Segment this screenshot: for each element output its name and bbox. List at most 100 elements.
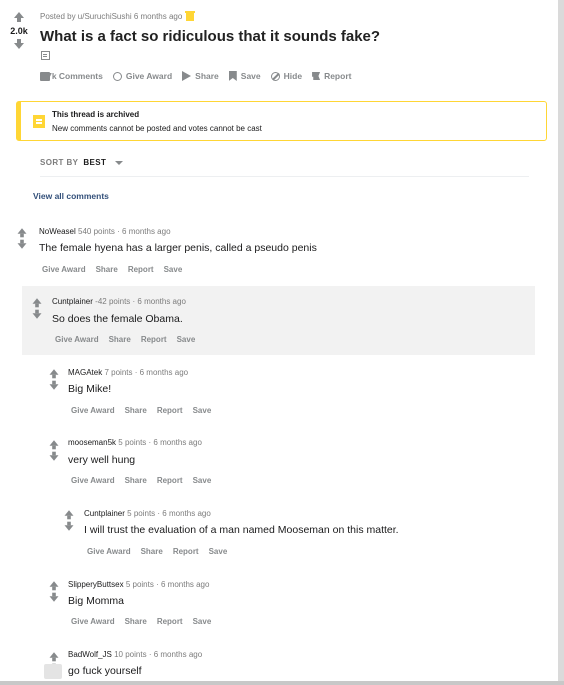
upvote-icon[interactable] <box>49 440 59 450</box>
downvote-icon[interactable] <box>49 380 59 390</box>
downvote-icon[interactable] <box>17 239 27 249</box>
award-icon <box>112 71 122 81</box>
comment-author[interactable]: BadWolf_JS <box>68 650 112 659</box>
comment-vote-column <box>31 298 43 319</box>
comment-meta: MAGAtek 7 points · 6 months ago <box>68 368 188 377</box>
post-title[interactable]: What is a fact so ridiculous that it sou… <box>40 28 380 45</box>
archived-trash-icon <box>185 11 196 21</box>
share-button[interactable]: Share <box>182 71 219 81</box>
share-button[interactable]: Share <box>96 265 118 274</box>
comment-meta: NoWeasel 540 points · 6 months ago <box>39 227 171 236</box>
comment-meta: BadWolf_JS 10 points · 6 months ago <box>68 650 202 659</box>
downvote-icon[interactable] <box>14 39 24 49</box>
divider <box>40 176 529 177</box>
view-all-comments-link[interactable]: View all comments <box>33 191 109 201</box>
comment-body: go fuck yourself <box>68 665 142 677</box>
comment-actions: Give Award Share Report Save <box>71 617 211 626</box>
comment-author[interactable]: SlipperyButtsex <box>68 580 124 589</box>
upvote-icon[interactable] <box>32 298 42 308</box>
save-label: Save <box>240 71 261 81</box>
sort-value: BEST <box>83 158 107 167</box>
give-award-label: Give Award <box>125 71 173 81</box>
comment-author[interactable]: MAGAtek <box>68 368 102 377</box>
comment-body: Big Momma <box>68 595 125 607</box>
post-vote-column: 2.0k <box>6 12 32 49</box>
comment-body: I will trust the evaluation of a man nam… <box>84 524 399 536</box>
upvote-icon[interactable] <box>14 12 24 22</box>
comment-points: 540 points <box>78 227 115 236</box>
hide-button[interactable]: Hide <box>270 71 303 81</box>
save-button[interactable]: Save <box>228 71 261 81</box>
give-award-button[interactable]: Give Award <box>71 617 115 626</box>
comment-time: · 6 months ago <box>148 438 202 447</box>
comment-time: · 6 months ago <box>148 650 203 659</box>
share-button[interactable]: Share <box>141 547 163 556</box>
share-icon <box>182 71 192 81</box>
give-award-button[interactable]: Give Award <box>71 406 115 415</box>
archived-subtitle: New comments cannot be posted and votes … <box>52 124 262 133</box>
hide-icon <box>270 71 280 81</box>
upvote-icon[interactable] <box>49 581 59 591</box>
report-button[interactable]: Report <box>312 71 351 81</box>
downvote-active-box <box>44 664 62 679</box>
save-button[interactable]: Save <box>193 406 212 415</box>
sort-label: SORT BY <box>40 158 79 167</box>
window-frame-right <box>558 0 564 685</box>
save-button[interactable]: Save <box>193 476 212 485</box>
comment-author[interactable]: Cuntplainer <box>84 509 125 518</box>
downvote-icon[interactable] <box>32 309 42 319</box>
report-button[interactable]: Report <box>141 335 167 344</box>
comment-author[interactable]: NoWeasel <box>39 227 76 236</box>
report-label: Report <box>324 71 352 81</box>
post-actions-bar: 2.7k Comments Give Award Share Save Hide… <box>40 71 351 81</box>
share-button[interactable]: Share <box>125 617 147 626</box>
save-button[interactable]: Save <box>193 617 212 626</box>
report-button[interactable]: Report <box>157 617 183 626</box>
comment-vote-column <box>48 369 60 390</box>
save-button[interactable]: Save <box>177 335 196 344</box>
save-button[interactable]: Save <box>164 265 183 274</box>
upvote-icon[interactable] <box>64 510 74 520</box>
save-button[interactable]: Save <box>209 547 228 556</box>
comment-points: 7 points <box>104 368 133 377</box>
comment-points: -42 points <box>95 297 131 306</box>
report-button[interactable]: Report <box>128 265 154 274</box>
give-award-button[interactable]: Give Award <box>71 476 115 485</box>
comment-meta: SlipperyButtsex 5 points · 6 months ago <box>68 580 209 589</box>
downvote-icon[interactable] <box>49 451 59 461</box>
comment-points: 10 points <box>114 650 147 659</box>
give-award-button[interactable]: Give Award <box>42 265 86 274</box>
sort-dropdown[interactable]: SORT BY BEST <box>40 158 124 167</box>
comment-points: 5 points <box>125 580 154 589</box>
flag-icon <box>312 72 321 80</box>
comment-author[interactable]: Cuntplainer <box>52 297 93 306</box>
give-award-button[interactable]: Give Award <box>55 335 99 344</box>
report-button[interactable]: Report <box>173 547 199 556</box>
archive-icon <box>33 115 45 128</box>
comment-vote-column <box>48 440 60 461</box>
comment-icon <box>40 71 50 81</box>
upvote-icon[interactable] <box>49 652 59 662</box>
give-award-button[interactable]: Give Award <box>87 547 131 556</box>
report-button[interactable]: Report <box>157 406 183 415</box>
text-post-icon <box>41 51 50 60</box>
downvote-icon[interactable] <box>49 592 59 602</box>
share-button[interactable]: Share <box>125 476 147 485</box>
comment-author[interactable]: mooseman5k <box>68 438 116 447</box>
archived-notice: This thread is archived New comments can… <box>16 101 547 141</box>
share-button[interactable]: Share <box>125 406 147 415</box>
report-button[interactable]: Report <box>157 476 183 485</box>
comment-body: Big Mike! <box>68 383 112 395</box>
chevron-down-icon <box>115 160 124 165</box>
downvote-icon[interactable] <box>64 521 74 531</box>
comment-meta: Cuntplainer 5 points · 6 months ago <box>84 509 211 518</box>
comment-actions: Give Award Share Report Save <box>55 335 195 344</box>
comment-vote-column <box>63 510 75 531</box>
upvote-icon[interactable] <box>49 369 59 379</box>
post-vote-count: 2.0k <box>10 26 28 36</box>
comments-button[interactable]: 2.7k Comments <box>40 71 103 81</box>
hide-label: Hide <box>283 71 303 81</box>
upvote-icon[interactable] <box>17 228 27 238</box>
share-button[interactable]: Share <box>109 335 131 344</box>
give-award-button[interactable]: Give Award <box>112 71 173 81</box>
